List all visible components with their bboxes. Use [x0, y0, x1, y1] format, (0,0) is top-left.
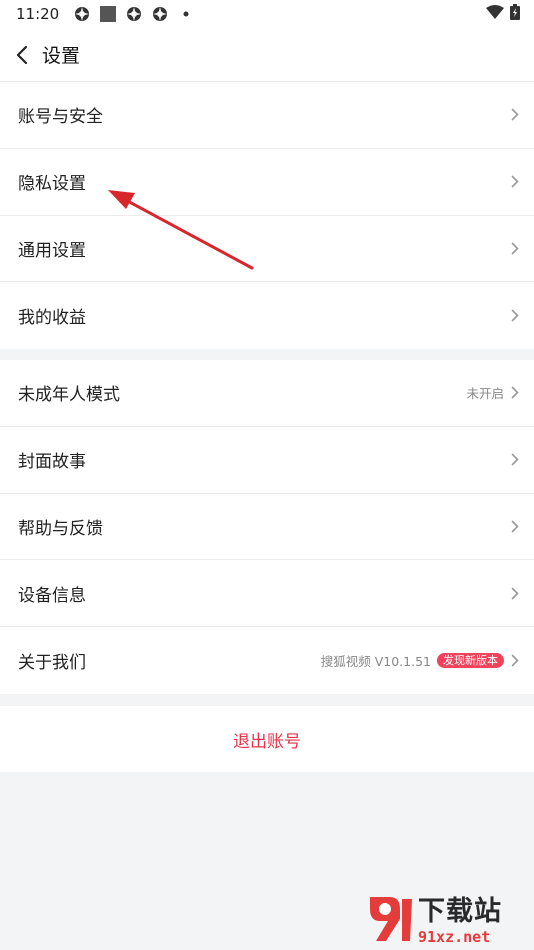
- chevron-right-icon: [510, 586, 520, 600]
- logout-button[interactable]: 退出账号: [0, 706, 534, 772]
- settings-item-label: 封面故事: [18, 452, 86, 473]
- settings-item-minor-mode[interactable]: 未成年人模式 未开启: [0, 360, 534, 427]
- chevron-right-icon: [510, 309, 520, 323]
- new-version-badge: 发现新版本: [437, 653, 504, 669]
- app-header: 设置: [0, 28, 534, 82]
- settings-item-label: 账号与安全: [18, 107, 103, 128]
- back-button[interactable]: [2, 28, 42, 82]
- settings-item-label: 我的收益: [18, 308, 86, 329]
- app-version: 搜狐视频 V10.1.51: [320, 654, 431, 670]
- page-title: 设置: [42, 45, 81, 67]
- settings-item-label: 关于我们: [18, 653, 86, 674]
- settings-item-privacy[interactable]: 隐私设置: [0, 149, 534, 216]
- wifi-icon: [486, 5, 504, 23]
- chevron-right-icon: [510, 386, 520, 400]
- settings-gear-icon: [125, 5, 143, 23]
- status-system-icons: [486, 4, 520, 24]
- dot-icon: [177, 5, 195, 23]
- settings-item-label: 帮助与反馈: [18, 518, 103, 539]
- watermark-logo-icon: [370, 897, 412, 941]
- settings-item-general[interactable]: 通用设置: [0, 216, 534, 283]
- minor-mode-status: 未开启: [466, 386, 504, 402]
- watermark: 下载站 91xz.net: [360, 886, 530, 948]
- status-notification-icons: [73, 5, 195, 23]
- chevron-right-icon: [510, 108, 520, 122]
- status-time: 11:20: [16, 5, 60, 23]
- settings-group-account: 账号与安全 隐私设置 通用设置 我的收益: [0, 82, 534, 350]
- settings-gear-icon: [151, 5, 169, 23]
- settings-item-label: 设备信息: [18, 585, 86, 606]
- square-icon: [99, 5, 117, 23]
- watermark-url: 91xz.net: [418, 927, 491, 946]
- settings-item-label: 未成年人模式: [18, 385, 120, 406]
- settings-item-account-security[interactable]: 账号与安全: [0, 82, 534, 149]
- chevron-right-icon: [510, 453, 520, 467]
- chevron-right-icon: [510, 175, 520, 189]
- chevron-right-icon: [510, 241, 520, 255]
- status-bar: 11:20: [0, 0, 534, 28]
- chevron-left-icon: [16, 45, 28, 64]
- chevron-right-icon: [510, 654, 520, 668]
- chevron-right-icon: [510, 519, 520, 533]
- settings-item-help-feedback[interactable]: 帮助与反馈: [0, 494, 534, 561]
- settings-item-label: 隐私设置: [18, 174, 86, 195]
- settings-group-other: 未成年人模式 未开启 封面故事 帮助与反馈 设备信息 关于我们 搜狐视频 V10…: [0, 360, 534, 694]
- settings-item-label: 通用设置: [18, 240, 86, 261]
- settings-item-earnings[interactable]: 我的收益: [0, 282, 534, 349]
- watermark-title: 下载站: [418, 895, 502, 927]
- settings-gear-icon: [73, 5, 91, 23]
- settings-item-device-info[interactable]: 设备信息: [0, 560, 534, 628]
- settings-item-cover-story[interactable]: 封面故事: [0, 427, 534, 494]
- settings-item-about[interactable]: 关于我们 搜狐视频 V10.1.51 发现新版本: [0, 627, 534, 694]
- battery-icon: [510, 4, 520, 24]
